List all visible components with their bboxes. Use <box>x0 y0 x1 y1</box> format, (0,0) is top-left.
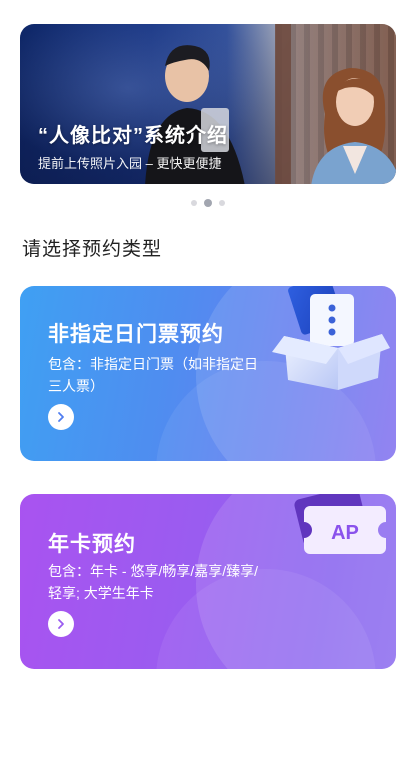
page: “人像比对”系统介绍 提前上传照片入园 – 更快更便捷 请选择预约类型 非指定日… <box>0 0 416 766</box>
woman-photo <box>311 68 396 184</box>
promo-banner[interactable]: “人像比对”系统介绍 提前上传照片入园 – 更快更便捷 <box>20 24 396 184</box>
banner-title: “人像比对”系统介绍 <box>38 125 228 147</box>
chevron-right-icon <box>58 619 64 629</box>
carousel-dot-active[interactable] <box>204 199 212 207</box>
annual-pass-card[interactable]: AP 年卡预约 包含：年卡 - 悠享/畅享/嘉享/臻享/轻享; 大学生年卡 <box>20 494 396 669</box>
non-dated-ticket-card[interactable]: 非指定日门票预约 包含：非指定日门票（如非指定日三人票） <box>20 286 396 461</box>
banner-subtitle: 提前上传照片入园 – 更快更便捷 <box>38 156 222 171</box>
card-title: 非指定日门票预约 <box>48 323 224 346</box>
carousel-indicator <box>0 199 416 207</box>
ap-badge: AP <box>331 522 359 544</box>
carousel-dot[interactable] <box>219 200 225 206</box>
card-arrow-button[interactable] <box>48 611 74 637</box>
section-title: 请选择预约类型 <box>22 239 163 260</box>
ap-ticket-icon: AP <box>294 494 386 554</box>
chevron-right-icon <box>58 412 64 422</box>
card-title: 年卡预约 <box>48 533 136 556</box>
card-arrow-button[interactable] <box>48 404 74 430</box>
card-description: 包含：非指定日门票（如非指定日三人票） <box>48 356 258 394</box>
card-description: 包含：年卡 - 悠享/畅享/嘉享/臻享/轻享; 大学生年卡 <box>48 563 258 601</box>
carousel-dot[interactable] <box>191 200 197 206</box>
ticket-box-icon <box>272 286 390 390</box>
